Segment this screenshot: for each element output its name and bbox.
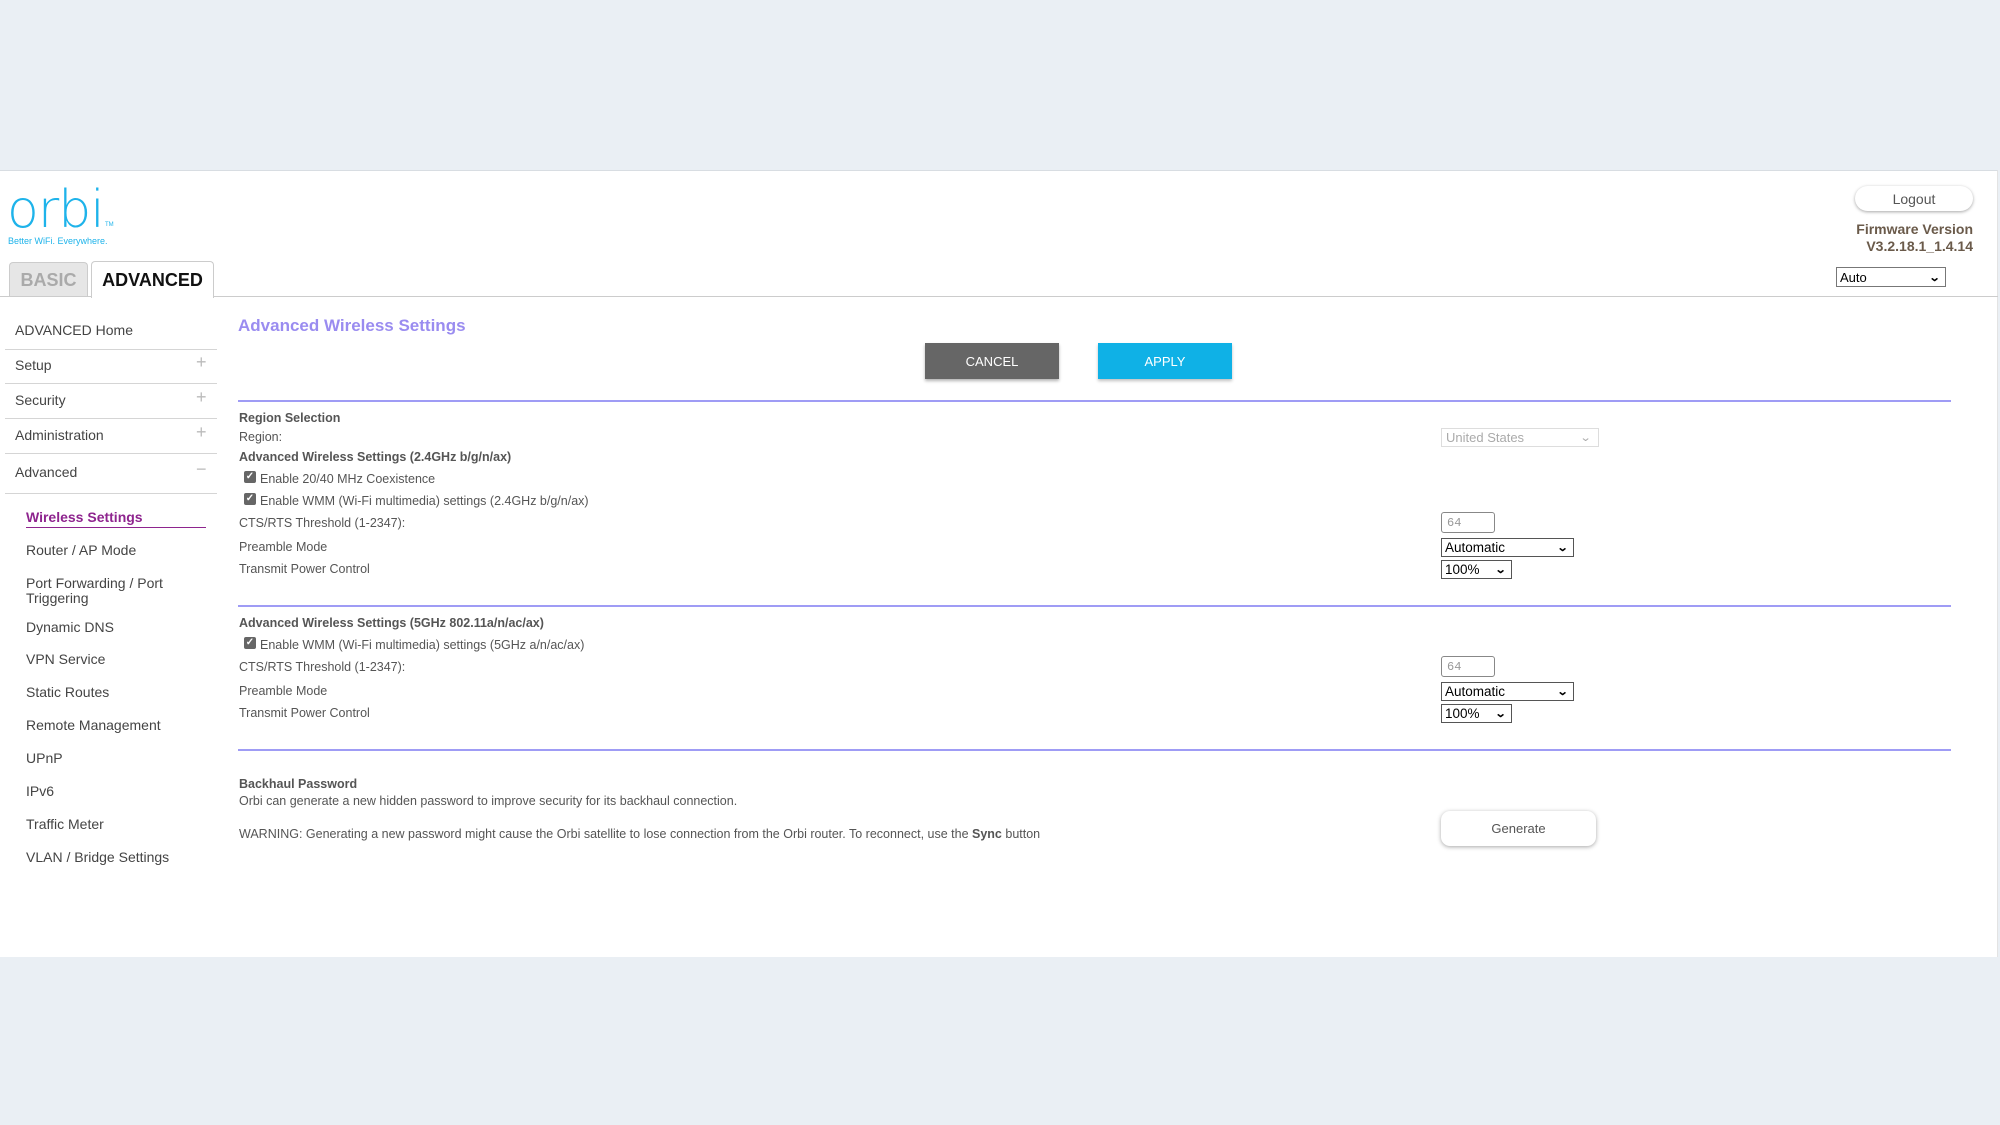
preamble-24-label: Preamble Mode xyxy=(239,540,328,554)
power-5-label: Transmit Power Control xyxy=(239,706,370,720)
sidebar-divider xyxy=(5,493,217,494)
wmm-24-checkbox[interactable]: ✓ xyxy=(244,493,256,505)
check-icon: ✓ xyxy=(245,493,255,504)
check-icon: ✓ xyxy=(245,471,255,482)
tab-basic[interactable]: BASIC xyxy=(9,262,88,297)
firmware-label: Firmware Version xyxy=(1856,221,1973,237)
backhaul-description: Orbi can generate a new hidden password … xyxy=(239,794,738,808)
sidebar-subitem-static-routes[interactable]: Static Routes xyxy=(26,685,206,700)
preamble-24-value: Automatic xyxy=(1445,540,1506,555)
sidebar-subitem-traffic-meter[interactable]: Traffic Meter xyxy=(26,817,206,832)
section-separator xyxy=(238,605,1951,607)
orbi-logo: orbi TM Better WiFi. Everywhere. xyxy=(7,180,147,250)
firmware-version: V3.2.18.1_1.4.14 xyxy=(1866,238,1973,254)
warning-text: WARNING: Generating a new password might… xyxy=(239,827,972,841)
sidebar-subitem-remote-management[interactable]: Remote Management xyxy=(26,718,206,733)
chevron-down-icon: ⌄ xyxy=(1579,432,1592,444)
preamble-24-select[interactable]: Automatic ⌄ xyxy=(1441,538,1574,557)
chevron-down-icon: ⌄ xyxy=(1556,686,1569,698)
wmm-5-checkbox[interactable]: ✓ xyxy=(244,637,256,649)
logo-wordmark: orbi xyxy=(7,180,105,240)
coexistence-checkbox[interactable]: ✓ xyxy=(244,471,256,483)
sidebar-subitem-router-ap-mode[interactable]: Router / AP Mode xyxy=(26,543,206,558)
cts-24-label: CTS/RTS Threshold (1-2347): xyxy=(239,516,406,530)
logo-trademark: TM xyxy=(105,222,114,228)
wmm-5-label: Enable WMM (Wi-Fi multimedia) settings (… xyxy=(260,638,585,652)
sidebar-item-advanced-home[interactable]: ADVANCED Home xyxy=(15,322,215,338)
sidebar-item-setup[interactable]: Setup xyxy=(15,357,215,373)
chevron-down-icon: ⌄ xyxy=(1494,564,1507,576)
sidebar-item-label: Advanced xyxy=(15,464,78,480)
chevron-down-icon: ⌄ xyxy=(1556,542,1569,554)
sidebar-item-label: Setup xyxy=(15,357,52,373)
collapse-minus-icon[interactable]: − xyxy=(196,459,207,480)
generate-button[interactable]: Generate xyxy=(1441,811,1596,846)
sidebar-subitem-dynamic-dns[interactable]: Dynamic DNS xyxy=(26,620,206,635)
logo-tagline: Better WiFi. Everywhere. xyxy=(8,236,108,246)
sidebar-subitem-ipv6[interactable]: IPv6 xyxy=(26,784,206,799)
sidebar-subitem-upnp[interactable]: UPnP xyxy=(26,751,206,766)
section-separator xyxy=(238,749,1951,751)
sidebar-divider xyxy=(5,349,217,350)
preamble-5-label: Preamble Mode xyxy=(239,684,328,698)
header-divider xyxy=(0,296,1998,297)
sidebar-item-label: Security xyxy=(15,392,66,408)
power-24-value: 100% xyxy=(1445,562,1480,577)
band-24-heading: Advanced Wireless Settings (2.4GHz b/g/n… xyxy=(239,450,512,464)
sidebar-subitem-port-forwarding[interactable]: Port Forwarding / Port Triggering xyxy=(26,576,176,606)
region-select-value: United States xyxy=(1446,430,1525,445)
expand-plus-icon[interactable]: + xyxy=(196,422,207,443)
section-separator xyxy=(238,400,1951,402)
language-select[interactable]: Auto ⌄ xyxy=(1836,267,1946,287)
cts-5-input[interactable]: 64 xyxy=(1441,656,1495,677)
wmm-24-label: Enable WMM (Wi-Fi multimedia) settings (… xyxy=(260,494,589,508)
sidebar-divider xyxy=(5,418,217,419)
sidebar-divider xyxy=(5,453,217,454)
region-heading: Region Selection xyxy=(239,411,341,425)
apply-button[interactable]: APPLY xyxy=(1098,343,1232,379)
language-select-value: Auto xyxy=(1840,269,1867,285)
preamble-5-value: Automatic xyxy=(1445,684,1506,699)
sidebar-item-label: ADVANCED Home xyxy=(15,322,133,338)
power-24-select[interactable]: 100% ⌄ xyxy=(1441,560,1512,579)
check-icon: ✓ xyxy=(245,637,255,648)
sidebar-subitem-vlan-bridge[interactable]: VLAN / Bridge Settings xyxy=(26,850,206,865)
preamble-5-select[interactable]: Automatic ⌄ xyxy=(1441,682,1574,701)
band-5-heading: Advanced Wireless Settings (5GHz 802.11a… xyxy=(239,616,544,630)
sidebar-subitem-vpn-service[interactable]: VPN Service xyxy=(26,652,206,667)
logout-button[interactable]: Logout xyxy=(1855,186,1973,211)
power-5-value: 100% xyxy=(1445,706,1480,721)
region-select: United States ⌄ xyxy=(1441,428,1599,447)
sidebar-item-label: Administration xyxy=(15,427,104,443)
sidebar-item-administration[interactable]: Administration xyxy=(15,427,215,443)
coexistence-label: Enable 20/40 MHz Coexistence xyxy=(260,472,436,486)
warning-sync-word: Sync xyxy=(972,827,1002,841)
power-5-select[interactable]: 100% ⌄ xyxy=(1441,704,1512,723)
power-24-label: Transmit Power Control xyxy=(239,562,370,576)
region-label: Region: xyxy=(239,430,283,444)
page-title: Advanced Wireless Settings xyxy=(238,316,466,335)
chevron-down-icon: ⌄ xyxy=(1494,708,1507,720)
sidebar-item-advanced[interactable]: Advanced xyxy=(15,464,215,480)
chevron-down-icon: ⌄ xyxy=(1928,271,1941,284)
sidebar-subitem-wireless-settings[interactable]: Wireless Settings xyxy=(26,510,206,528)
cancel-button[interactable]: CANCEL xyxy=(925,343,1059,379)
cts-5-label: CTS/RTS Threshold (1-2347): xyxy=(239,660,406,674)
sidebar-item-security[interactable]: Security xyxy=(15,392,215,408)
expand-plus-icon[interactable]: + xyxy=(196,387,207,408)
backhaul-warning: WARNING: Generating a new password might… xyxy=(239,827,1040,841)
sidebar-divider xyxy=(5,383,217,384)
cts-24-input[interactable]: 64 xyxy=(1441,512,1495,533)
backhaul-heading: Backhaul Password xyxy=(239,777,358,791)
expand-plus-icon[interactable]: + xyxy=(196,352,207,373)
warning-text-end: button xyxy=(1001,827,1041,841)
tab-advanced[interactable]: ADVANCED xyxy=(91,261,214,298)
